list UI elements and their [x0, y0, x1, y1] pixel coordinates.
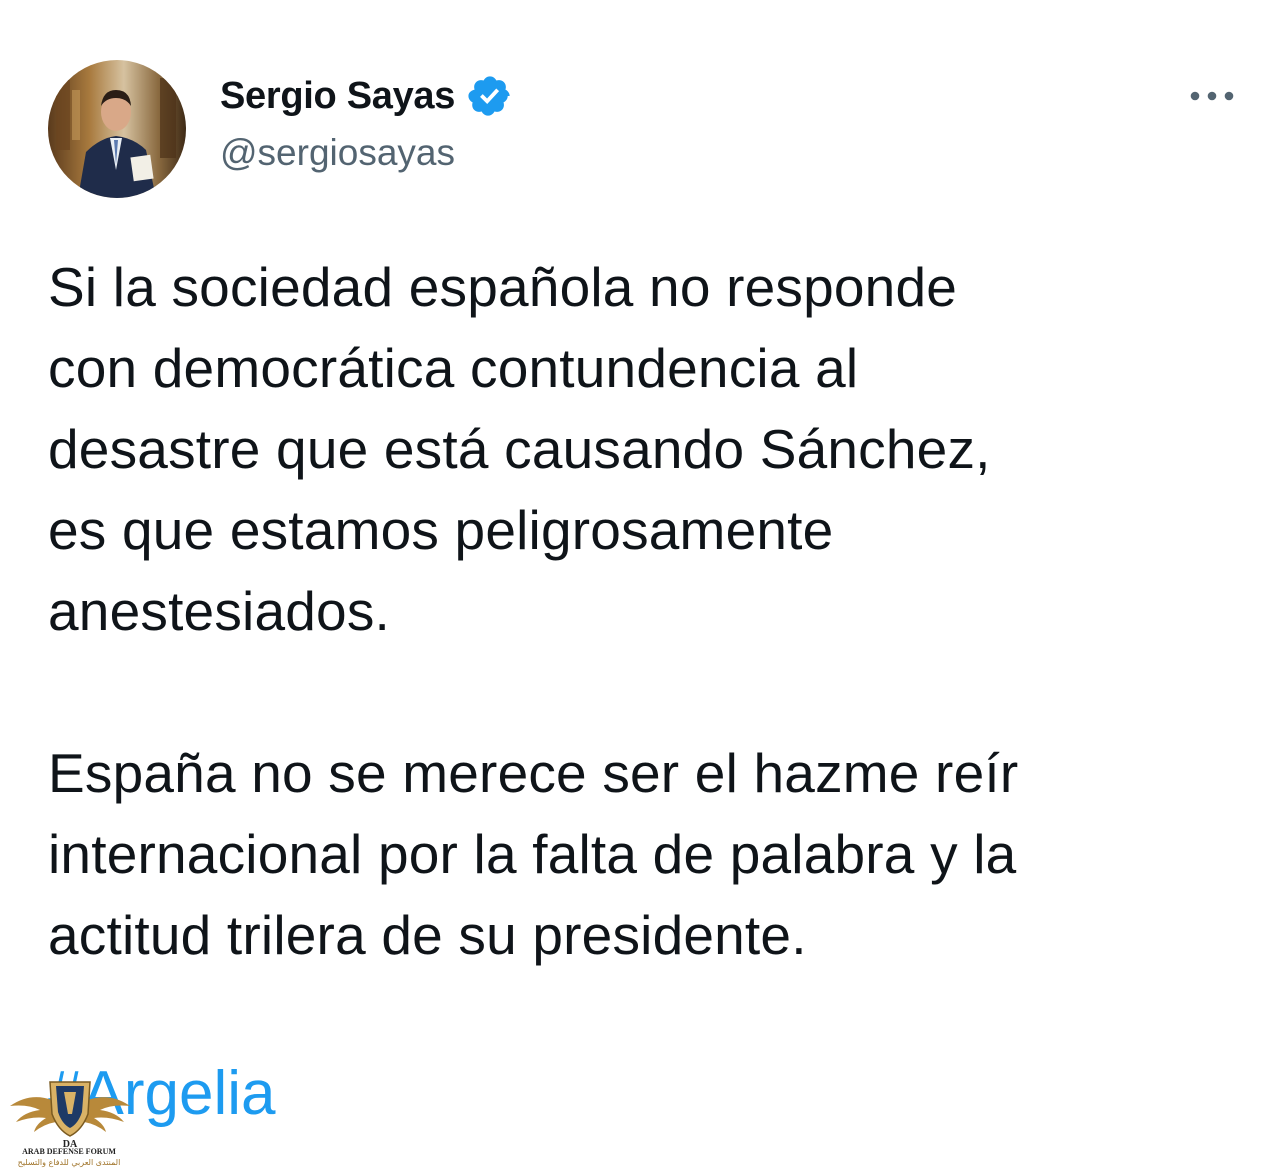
watermark-title: ARAB DEFENSE FORUM — [22, 1147, 116, 1156]
tweet-line: España no se merece ser el hazme reír — [48, 742, 1019, 804]
user-handle[interactable]: @sergiosayas — [220, 132, 455, 174]
watermark-logo: DA ARAB DEFENSE FORUM المنتدى العربي للد… — [0, 1070, 140, 1171]
tweet-line: es que estamos peligrosamente — [48, 499, 834, 561]
tweet-line: actitud trilera de su presidente. — [48, 904, 807, 966]
display-name[interactable]: Sergio Sayas — [220, 75, 455, 118]
tweet-line: Si la sociedad española no responde — [48, 256, 958, 318]
tweet-line: internacional por la falta de palabra y … — [48, 823, 1017, 885]
tweet-line: anestesiados. — [48, 580, 390, 642]
avatar[interactable] — [48, 60, 186, 198]
author-name-row: Sergio Sayas — [220, 72, 513, 120]
verified-badge-icon — [468, 76, 510, 116]
wings-shield-icon: DA — [10, 1081, 130, 1150]
tweet-line: con democrática contundencia al — [48, 337, 859, 399]
avatar-photo — [48, 60, 186, 198]
tweet-text: Si la sociedad española no responde con … — [48, 247, 1248, 976]
watermark-subtitle: المنتدى العربي للدفاع والتسليح — [17, 1158, 121, 1167]
more-options-icon[interactable] — [1184, 78, 1240, 114]
tweet-line: desastre que está causando Sánchez, — [48, 418, 991, 480]
